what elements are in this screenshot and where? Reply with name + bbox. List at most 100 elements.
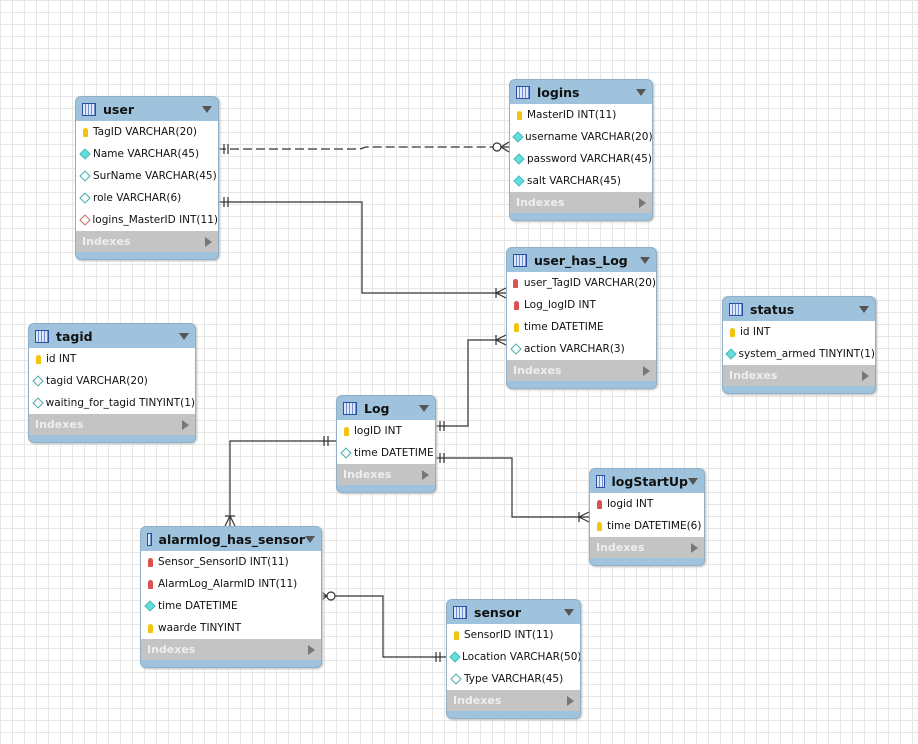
column-row[interactable]: username VARCHAR(20) (510, 126, 652, 148)
indexes-section[interactable]: Indexes (76, 231, 218, 252)
expand-arrow-icon[interactable] (862, 370, 869, 381)
collapse-triangle-icon[interactable] (202, 105, 212, 113)
column-label: SensorID INT(11) (464, 629, 554, 641)
column-row[interactable]: logID INT (337, 420, 435, 442)
expand-arrow-icon[interactable] (691, 542, 698, 553)
column-row[interactable]: time DATETIME (507, 316, 656, 338)
column-row[interactable]: id INT (723, 321, 875, 343)
primary-key-icon (594, 521, 604, 531)
table-header[interactable]: logins (510, 80, 652, 104)
indexes-section[interactable]: Indexes (507, 360, 656, 381)
column-row[interactable]: Log_logID INT (507, 294, 656, 316)
column-row[interactable]: TagID VARCHAR(20) (76, 121, 218, 143)
table-header[interactable]: tagid (29, 324, 195, 348)
indexes-section[interactable]: Indexes (510, 192, 652, 213)
column-row[interactable]: system_armed TINYINT(1) (723, 343, 875, 365)
column-row[interactable]: waarde TINYINT (141, 617, 321, 639)
table-header[interactable]: user_has_Log (507, 248, 656, 272)
indexes-section[interactable]: Indexes (141, 639, 321, 660)
relationship-log-logStartUp[interactable] (434, 453, 590, 523)
indexes-section[interactable]: Indexes (337, 464, 435, 485)
table-logStartUp[interactable]: logStartUp logid INT time DATETIME(6) Index… (589, 468, 705, 566)
table-tagid[interactable]: tagid id INT tagid VARCHAR(20) waiting_for_… (28, 323, 196, 443)
column-row[interactable]: SurName VARCHAR(45) (76, 165, 218, 187)
not-null-diamond-icon (513, 175, 525, 187)
table-icon (596, 474, 605, 488)
relationship-sensor-alarmlog_has_sensor[interactable] (319, 590, 446, 662)
expand-arrow-icon[interactable] (567, 695, 574, 706)
table-logins[interactable]: logins MasterID INT(11) username VARCHAR(2… (509, 79, 653, 221)
table-name: logStartUp (611, 473, 688, 489)
column-row[interactable]: role VARCHAR(6) (76, 187, 218, 209)
nullable-diamond-icon (340, 447, 352, 459)
table-name: user (103, 101, 134, 117)
indexes-label: Indexes (35, 418, 84, 431)
not-null-diamond-icon (449, 651, 461, 663)
table-header[interactable]: logStartUp (590, 469, 704, 493)
column-row[interactable]: Sensor_SensorID INT(11) (141, 551, 321, 573)
column-row[interactable]: user_TagID VARCHAR(20) (507, 272, 656, 294)
indexes-section[interactable]: Indexes (29, 414, 195, 435)
expand-arrow-icon[interactable] (205, 236, 212, 247)
column-label: AlarmLog_AlarmID INT(11) (158, 578, 298, 590)
relationship-user-user_has_Log[interactable] (217, 197, 507, 299)
column-row[interactable]: SensorID INT(11) (447, 624, 580, 646)
collapse-triangle-icon[interactable] (419, 404, 429, 412)
collapse-triangle-icon[interactable] (636, 88, 646, 96)
column-row[interactable]: MasterID INT(11) (510, 104, 652, 126)
column-row[interactable]: salt VARCHAR(45) (510, 170, 652, 192)
expand-arrow-icon[interactable] (308, 644, 315, 655)
table-header[interactable]: alarmlog_has_sensor (141, 527, 321, 551)
column-row[interactable]: action VARCHAR(3) (507, 338, 656, 360)
collapse-triangle-icon[interactable] (179, 332, 189, 340)
column-row[interactable]: logid INT (590, 493, 704, 515)
expand-arrow-icon[interactable] (639, 197, 646, 208)
column-row[interactable]: password VARCHAR(45) (510, 148, 652, 170)
table-user_has_Log[interactable]: user_has_Log user_TagID VARCHAR(20) Log_lo… (506, 247, 657, 389)
column-row[interactable]: tagid VARCHAR(20) (29, 370, 195, 392)
column-row[interactable]: id INT (29, 348, 195, 370)
collapse-triangle-icon[interactable] (564, 608, 574, 616)
column-row[interactable]: waiting_for_tagid TINYINT(1) (29, 392, 195, 414)
table-header[interactable]: user (76, 97, 218, 121)
expand-arrow-icon[interactable] (643, 365, 650, 376)
column-label: time DATETIME (354, 447, 434, 459)
table-status[interactable]: status id INT system_armed TINYINT(1) Index… (722, 296, 876, 394)
table-user[interactable]: user TagID VARCHAR(20) Name VARCHAR(45) Sur… (75, 96, 219, 260)
table-name: Log (364, 400, 390, 416)
collapse-triangle-icon[interactable] (859, 305, 869, 313)
column-row[interactable]: time DATETIME (141, 595, 321, 617)
column-row[interactable]: logins_MasterID INT(11) (76, 209, 218, 231)
column-row[interactable]: time DATETIME(6) (590, 515, 704, 537)
foreign-key-icon (511, 278, 521, 288)
table-header[interactable]: status (723, 297, 875, 321)
table-name: tagid (56, 328, 93, 344)
collapse-triangle-icon[interactable] (640, 256, 650, 264)
indexes-section[interactable]: Indexes (590, 537, 704, 558)
table-alarmlog_has_sensor[interactable]: alarmlog_has_sensor Sensor_SensorID INT(1… (140, 526, 322, 668)
not-null-diamond-icon (79, 148, 91, 160)
relationship-log-alarmlog_has_sensor[interactable] (224, 436, 336, 527)
table-sensor[interactable]: sensor SensorID INT(11) Location VARCHAR(5… (446, 599, 581, 719)
expand-arrow-icon[interactable] (422, 469, 429, 480)
nullable-diamond-icon (450, 673, 462, 685)
indexes-section[interactable]: Indexes (447, 690, 580, 711)
table-Log[interactable]: Log logID INT time DATETIME Indexes (336, 395, 436, 493)
column-row[interactable]: AlarmLog_AlarmID INT(11) (141, 573, 321, 595)
column-row[interactable]: Type VARCHAR(45) (447, 668, 580, 690)
relationship-log-user_has_Log[interactable] (434, 334, 507, 431)
table-header[interactable]: Log (337, 396, 435, 420)
column-row[interactable]: Location VARCHAR(50) (447, 646, 580, 668)
expand-arrow-icon[interactable] (182, 419, 189, 430)
column-label: action VARCHAR(3) (524, 343, 625, 355)
column-row[interactable]: Name VARCHAR(45) (76, 143, 218, 165)
column-label: SurName VARCHAR(45) (93, 170, 217, 182)
foreign-key-icon (145, 579, 155, 589)
table-header[interactable]: sensor (447, 600, 580, 624)
primary-key-icon (511, 322, 521, 332)
relationship-user-logins[interactable] (217, 141, 510, 154)
collapse-triangle-icon[interactable] (305, 535, 315, 543)
indexes-section[interactable]: Indexes (723, 365, 875, 386)
collapse-triangle-icon[interactable] (688, 477, 698, 485)
column-row[interactable]: time DATETIME (337, 442, 435, 464)
